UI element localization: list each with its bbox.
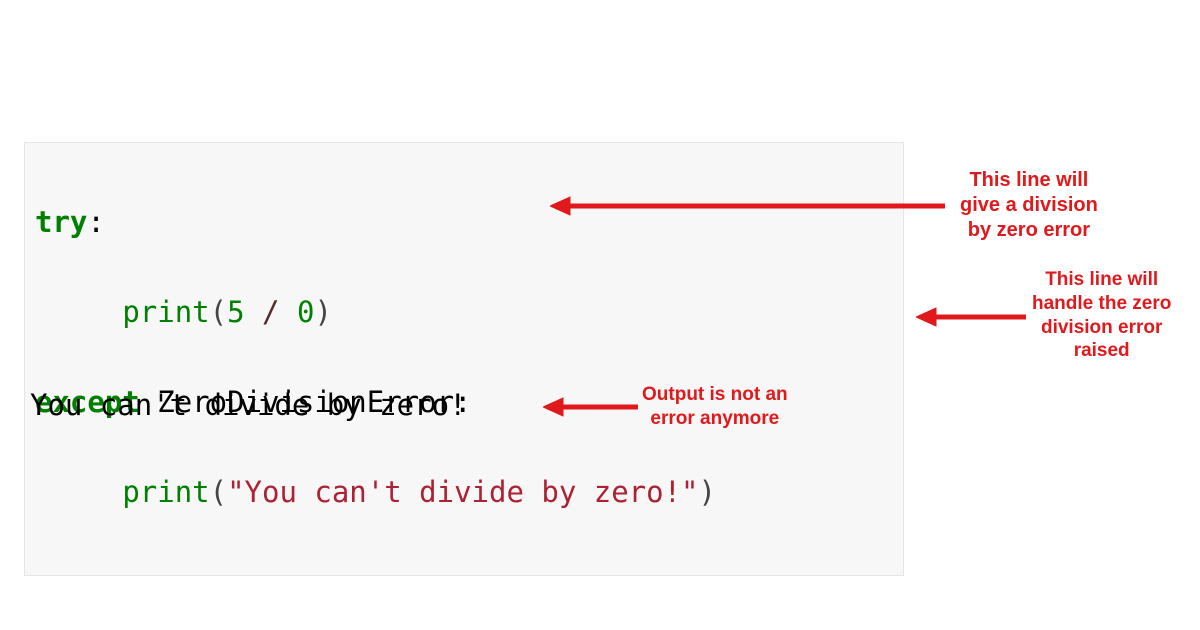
arrow-3 <box>543 395 638 419</box>
annotation-1-line-1: This line will <box>960 168 1098 193</box>
arrow-2 <box>916 305 1026 329</box>
keyword-try: try <box>35 205 87 239</box>
code-line-4: print("You can't divide by zero!") <box>35 470 893 515</box>
operator-divide: / <box>262 295 279 329</box>
number-5: 5 <box>227 295 244 329</box>
annotation-2-line-4: raised <box>1032 339 1171 363</box>
annotation-3-line-2: error anymore <box>642 407 788 431</box>
annotation-1-line-3: by zero error <box>960 218 1098 243</box>
string-message: "You can't divide by zero!" <box>227 475 698 509</box>
annotation-2-line-1: This line will <box>1032 268 1171 292</box>
annotation-2-line-3: division error <box>1032 316 1171 340</box>
annotation-2-line-2: handle the zero <box>1032 292 1171 316</box>
call-print-2: print <box>122 475 209 509</box>
number-0: 0 <box>297 295 314 329</box>
arrow-1 <box>550 193 945 219</box>
code-line-2: print(5 / 0) <box>35 290 893 335</box>
program-output: You can't divide by zero! <box>30 388 467 422</box>
annotation-1: This line will give a division by zero e… <box>960 168 1098 243</box>
call-print-1: print <box>122 295 209 329</box>
annotation-3-line-1: Output is not an <box>642 383 788 407</box>
annotation-3: Output is not an error anymore <box>642 383 788 431</box>
annotation-2: This line will handle the zero division … <box>1032 268 1171 363</box>
annotation-1-line-2: give a division <box>960 193 1098 218</box>
